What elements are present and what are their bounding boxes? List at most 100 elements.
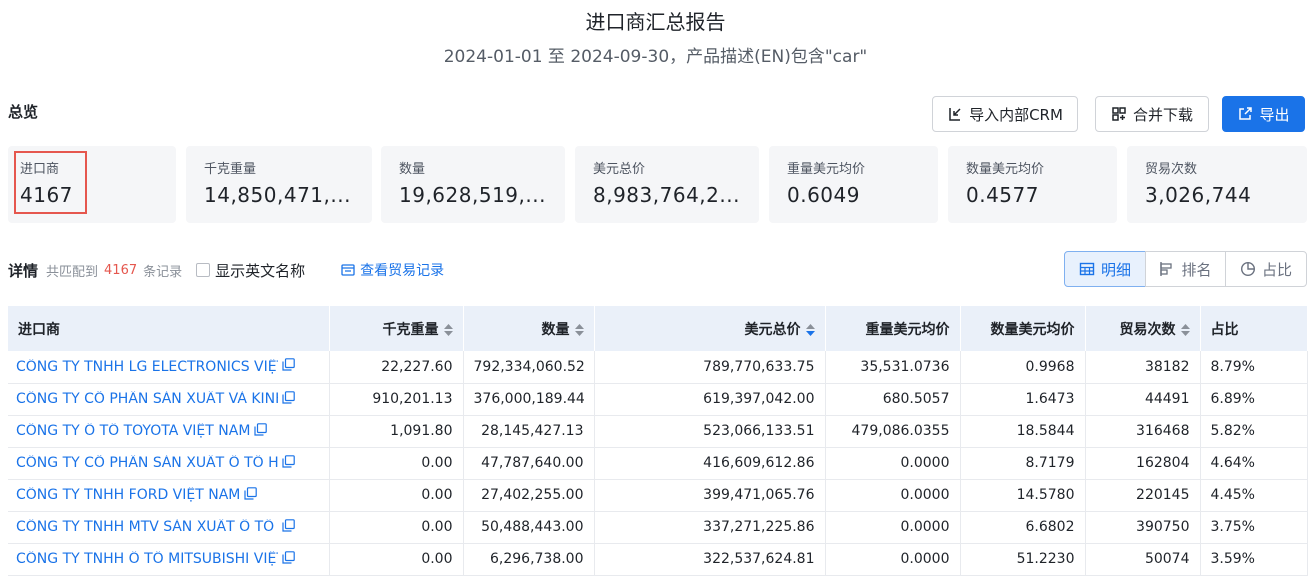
stat-label: 重量美元均价 [787,162,866,177]
weight-cell: 1,091.80 [329,415,464,447]
importer-name-link[interactable]: CÔNG TY TNHH LG ELECTRONICS VIỆT NAM [16,359,278,375]
importer-name-cell[interactable]: CÔNG TY TNHH FORD VIỆT NAM [8,479,330,511]
records-icon [341,264,355,276]
quantity-cell: 50,488,443.00 [463,511,595,543]
col-header-quantity[interactable]: 数量 [463,306,595,351]
match-suffix: 条记录 [143,264,183,280]
weight-cell: 0.00 [329,511,464,543]
report-title: 进口商汇总报告 [585,10,726,34]
weight-cell: 910,201.13 [329,383,464,415]
share-cell: 3.59% [1200,543,1308,575]
weight-cell: 0.00 [329,447,464,479]
col-header-total-usd[interactable]: 美元总价 [594,306,826,351]
quantity-avg-cell: 18.5844 [960,415,1086,447]
total-usd-cell: 322,537,624.81 [594,543,826,575]
import-crm-button[interactable]: 导入内部CRM [932,96,1078,132]
col-header-share: 占比 [1200,306,1308,351]
export-label: 导出 [1259,105,1290,124]
weight-cell: 0.00 [329,479,464,511]
quantity-cell: 28,145,427.13 [463,415,595,447]
share-cell: 5.82% [1200,415,1308,447]
quantity-cell: 6,296,738.00 [463,543,595,575]
weight-avg-cell: 0.0000 [825,447,961,479]
stat-card-trades: 贸易次数 3,026,744 [1127,146,1307,223]
total-usd-cell: 399,471,065.76 [594,479,826,511]
report-subtitle: 2024-01-01 至 2024-09-30，产品描述(EN)包含"car" [443,47,868,67]
stat-card-weight-avg: 重量美元均价 0.6049 [769,146,938,223]
col-header-trades[interactable]: 贸易次数 [1085,306,1201,351]
import-icon [949,108,961,121]
details-heading: 详情 [8,261,39,280]
trades-cell: 390750 [1085,511,1201,543]
weight-avg-cell: 0.0000 [825,479,961,511]
stat-label: 进口商 [20,162,60,177]
copy-icon[interactable] [244,486,258,504]
stat-card-quantity-avg: 数量美元均价 0.4577 [948,146,1117,223]
total-usd-cell: 789,770,633.75 [594,351,826,383]
importer-name-link[interactable]: CÔNG TY Ô TÔ TOYOTA VIỆT NAM [16,423,250,439]
importer-name-link[interactable]: CÔNG TY CỔ PHẦN SẢN XUẤT Ô TÔ HY [16,455,278,471]
tab-rank[interactable]: 排名 [1145,251,1226,287]
table-row: CÔNG TY TNHH LG ELECTRONICS VIỆT NAM 22,2… [8,351,1308,383]
sort-icon [1180,323,1190,336]
copy-icon[interactable] [282,390,295,408]
importer-name-cell[interactable]: CÔNG TY TNHH LG ELECTRONICS VIỆT NAM [8,351,330,383]
table-header-row: 进口商 千克重量 数量 美元总价 重量美元均价 数量美元均价 贸易次数 占比 [8,306,1308,351]
table-row: CÔNG TY TNHH FORD VIỆT NAM 0.00 27,402,255… [8,479,1308,511]
stat-label: 数量 [399,162,426,177]
stat-value: 14,850,471,... [204,183,351,207]
table-row: CÔNG TY Ô TÔ TOYOTA VIỆT NAM 1,091.80 28,1… [8,415,1308,447]
sort-desc-active-icon [805,323,815,336]
weight-avg-cell: 479,086.0355 [825,415,961,447]
share-cell: 8.79% [1200,351,1308,383]
import-crm-label: 导入内部CRM [969,105,1063,124]
stat-card-total-usd: 美元总价 8,983,764,2... [575,146,759,223]
importer-name-link[interactable]: CÔNG TY TNHH FORD VIỆT NAM [16,487,240,503]
share-cell: 4.64% [1200,447,1308,479]
copy-icon[interactable] [282,358,295,375]
importer-name-link[interactable]: CÔNG TY CỔ PHẦN SẢN XUẤT VÀ KINH [16,391,278,407]
importer-name-cell[interactable]: CÔNG TY CỔ PHẦN SẢN XUẤT VÀ KINH [8,383,330,415]
view-records-link[interactable]: 查看贸易记录 [341,260,444,280]
copy-icon[interactable] [282,454,295,472]
merge-download-button[interactable]: 合并下载 [1095,96,1209,132]
total-usd-cell: 337,271,225.86 [594,511,826,543]
match-prefix: 共匹配到 [46,264,99,280]
overview-heading: 总览 [8,103,39,121]
copy-icon[interactable] [254,422,268,440]
stat-value: 8,983,764,2... [593,183,740,207]
tab-share[interactable]: 占比 [1225,251,1307,287]
importer-name-cell[interactable]: CÔNG TY TNHH MTV SẢN XUẤT Ô TÔ T [8,511,330,543]
show-english-checkbox[interactable] [196,263,211,277]
weight-avg-cell: 35,531.0736 [825,351,961,383]
show-english-label[interactable]: 显示英文名称 [215,260,305,281]
bar-rank-icon [1160,262,1173,276]
weight-cell: 0.00 [329,543,464,575]
stat-card-quantity: 数量 19,628,519,... [381,146,565,223]
stat-value: 4167 [20,183,73,207]
trades-cell: 316468 [1085,415,1201,447]
share-cell: 3.75% [1200,511,1308,543]
importer-name-cell[interactable]: CÔNG TY CỔ PHẦN SẢN XUẤT Ô TÔ HY [8,447,330,479]
importer-name-cell[interactable]: CÔNG TY TNHH Ô TÔ MITSUBISHI VIỆT [8,543,330,575]
importer-name-link[interactable]: CÔNG TY TNHH MTV SẢN XUẤT Ô TÔ T [16,519,278,535]
importer-table: 进口商 千克重量 数量 美元总价 重量美元均价 数量美元均价 贸易次数 占比 C… [8,306,1308,576]
weight-avg-cell: 680.5057 [825,383,961,415]
table-row: CÔNG TY TNHH MTV SẢN XUẤT Ô TÔ T 0.00 50,4… [8,511,1308,543]
copy-icon[interactable] [282,518,295,536]
tab-detail-label: 明细 [1100,260,1131,279]
share-cell: 4.45% [1200,479,1308,511]
quantity-avg-cell: 6.6802 [960,511,1086,543]
quantity-cell: 376,000,189.44 [463,383,595,415]
weight-cell: 22,227.60 [329,351,464,383]
stat-value: 0.4577 [966,183,1039,207]
view-records-label: 查看贸易记录 [360,263,445,279]
details-toolbar: 详情 共匹配到 4167 条记录 显示英文名称 查看贸易记录 [8,259,444,281]
importer-name-link[interactable]: CÔNG TY TNHH Ô TÔ MITSUBISHI VIỆT [16,551,278,567]
tab-detail[interactable]: 明细 [1064,251,1146,287]
copy-icon[interactable] [282,550,295,568]
col-header-weight[interactable]: 千克重量 [329,306,464,351]
importer-name-cell[interactable]: CÔNG TY Ô TÔ TOYOTA VIỆT NAM [8,415,330,447]
export-button[interactable]: 导出 [1222,96,1305,132]
sort-icon [574,323,584,336]
